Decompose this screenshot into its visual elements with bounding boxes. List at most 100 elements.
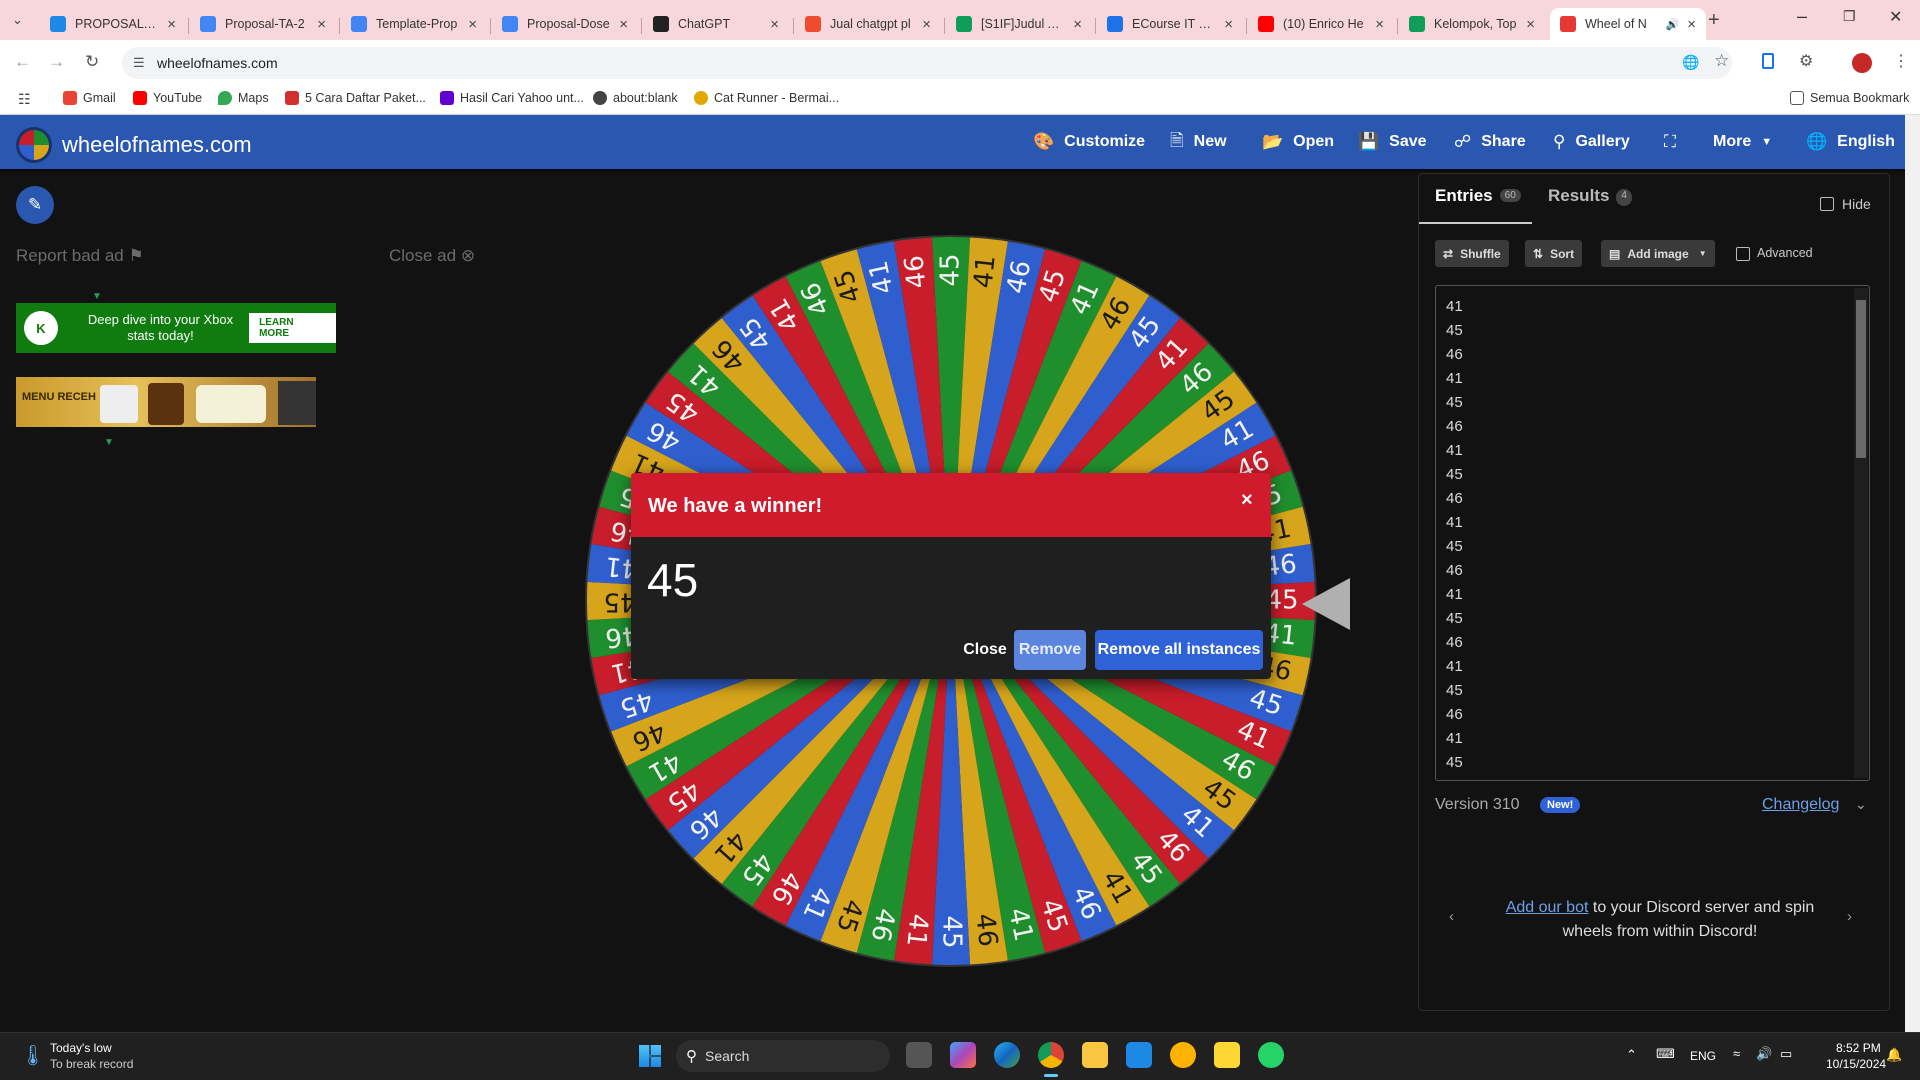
remove-button[interactable]: Remove	[1014, 630, 1086, 670]
keyboard-icon[interactable]: ⌨	[1656, 1046, 1675, 1062]
shuffle-button[interactable]: ⇄ Shuffle	[1435, 240, 1509, 267]
battery-icon[interactable]: ▭	[1780, 1046, 1792, 1062]
changelog-link[interactable]: Changelog	[1762, 796, 1839, 814]
chevron-down-icon[interactable]: ⌄	[1855, 796, 1867, 813]
browser-tab[interactable]: [S1IF]Judul Akh ×	[946, 8, 1092, 40]
back-icon[interactable]: ←	[14, 52, 31, 72]
browser-tab[interactable]: (10) Enrico He ×	[1248, 8, 1394, 40]
browser-tab[interactable]: Wheel of N 🔊 ×	[1550, 8, 1706, 40]
copilot-icon[interactable]	[950, 1042, 976, 1068]
winner-dialog-close-icon[interactable]: ×	[1241, 489, 1253, 512]
close-ad[interactable]: Close ad ⊗	[389, 246, 475, 266]
taskbar-search[interactable]: ⚲ Search	[676, 1040, 890, 1072]
edit-fab[interactable]: ✎	[16, 186, 54, 224]
tab-close-icon[interactable]: ×	[922, 16, 931, 33]
extension-icon[interactable]	[1762, 53, 1774, 69]
clock-date[interactable]: 10/15/2024	[1826, 1057, 1886, 1071]
tab-close-icon[interactable]: ×	[1224, 16, 1233, 33]
profile-avatar[interactable]	[1852, 53, 1872, 73]
fullscreen-button[interactable]: ⛶	[1664, 115, 1686, 169]
report-bad-ad[interactable]: Report bad ad ⚑	[16, 246, 144, 266]
tray-overflow-icon[interactable]: ⌃	[1626, 1047, 1637, 1063]
wifi-icon[interactable]: ≈	[1733, 1046, 1740, 1061]
add-image-button[interactable]: ▤ Add image ▼	[1601, 240, 1715, 267]
tab-search-button[interactable]: ⌄	[12, 12, 23, 28]
tab-close-icon[interactable]: ×	[1073, 16, 1082, 33]
ad-choices-icon[interactable]: ▼	[92, 291, 102, 302]
browser-tab[interactable]: ChatGPT ×	[643, 8, 789, 40]
weather-line1[interactable]: Today's low	[50, 1041, 112, 1055]
entries-textarea[interactable]: 41 45 46 41 45 46 41 45 46 41 45 46 41 45 46 41 45 46 41 45	[1435, 285, 1870, 781]
tab-close-icon[interactable]: ×	[770, 16, 779, 33]
sticky-notes-icon[interactable]	[1214, 1042, 1240, 1068]
restore-icon[interactable]: ❐	[1843, 8, 1856, 25]
ad-choices-icon[interactable]: ▼	[104, 437, 114, 448]
extensions-icon[interactable]: ⚙	[1799, 51, 1813, 71]
nav-open[interactable]: 📂 Open	[1262, 115, 1334, 169]
weather-line2[interactable]: To break record	[50, 1057, 133, 1071]
url-text[interactable]: wheelofnames.com	[157, 55, 278, 71]
nav-share[interactable]: ☍ Share	[1454, 115, 1526, 169]
minimize-icon[interactable]: –	[1797, 6, 1807, 27]
app-icon[interactable]	[1170, 1042, 1196, 1068]
site-logo-icon[interactable]	[16, 127, 52, 163]
notification-icon[interactable]: 🔔	[1886, 1047, 1902, 1063]
nav-gallery[interactable]: ⚲ Gallery	[1553, 115, 1630, 169]
edge-icon[interactable]	[994, 1042, 1020, 1068]
ad-banner-xbox[interactable]: K Deep dive into your Xbox stats today! …	[16, 303, 336, 353]
ad-banner-food[interactable]: MENU RECEH	[16, 377, 316, 427]
tab-close-icon[interactable]: ×	[1375, 16, 1384, 33]
whatsapp-icon[interactable]	[1258, 1042, 1284, 1068]
browser-tab[interactable]: ECourse IT Del ×	[1097, 8, 1243, 40]
browser-tab[interactable]: Jual chatgpt pl ×	[795, 8, 941, 40]
language-indicator[interactable]: ENG	[1690, 1049, 1716, 1063]
reload-icon[interactable]: ↻	[85, 52, 99, 72]
nav-language[interactable]: 🌐 English	[1806, 115, 1895, 169]
apps-icon[interactable]: ☷	[18, 91, 31, 108]
browser-tab[interactable]: Proposal-TA-2 ×	[190, 8, 336, 40]
tab-close-icon[interactable]: ×	[1687, 16, 1696, 33]
chrome-icon[interactable]	[1038, 1042, 1064, 1068]
tab-entries[interactable]: Entries 60	[1419, 186, 1532, 224]
tab-close-icon[interactable]: ×	[1526, 16, 1535, 33]
bookmark-youtube[interactable]: YouTube	[133, 91, 202, 105]
address-bar[interactable]	[122, 47, 1732, 79]
bookmark-about-blank[interactable]: about:blank	[593, 91, 678, 105]
close-window-icon[interactable]: ✕	[1889, 7, 1902, 27]
task-view-icon[interactable]	[906, 1042, 932, 1068]
discord-link[interactable]: Add our bot	[1506, 899, 1589, 916]
ad-learn-more-button[interactable]: LEARN MORE	[249, 313, 336, 343]
nav-customize[interactable]: 🎨 Customize	[1033, 115, 1145, 169]
translate-icon[interactable]: 🌐	[1682, 54, 1699, 71]
bookmark-yahoo[interactable]: Hasil Cari Yahoo unt...	[440, 91, 584, 105]
browser-tab[interactable]: PROPOSAL - G ×	[40, 8, 186, 40]
bookmark-daftar-paket[interactable]: 5 Cara Daftar Paket...	[285, 91, 426, 105]
tab-audio-icon[interactable]: 🔊	[1666, 18, 1680, 31]
remove-all-button[interactable]: Remove all instances	[1095, 630, 1263, 670]
nav-more[interactable]: More ▼	[1713, 115, 1782, 169]
tab-results[interactable]: Results 4	[1548, 186, 1632, 206]
sort-button[interactable]: ⇅ Sort	[1525, 240, 1583, 267]
bookmark-maps[interactable]: Maps	[218, 91, 269, 105]
menu-icon[interactable]: ⋮	[1893, 51, 1909, 71]
carousel-prev-icon[interactable]: ‹	[1449, 908, 1454, 925]
file-explorer-icon[interactable]	[1082, 1042, 1108, 1068]
volume-icon[interactable]: 🔊	[1756, 1046, 1772, 1062]
new-tab-icon[interactable]: +	[1708, 9, 1720, 32]
tab-close-icon[interactable]: ×	[317, 16, 326, 33]
browser-tab[interactable]: Proposal-Dose ×	[492, 8, 638, 40]
site-info-icon[interactable]: ☰	[133, 55, 145, 71]
browser-tab[interactable]: Template-Prop ×	[341, 8, 487, 40]
carousel-next-icon[interactable]: ›	[1847, 908, 1852, 925]
forward-icon[interactable]: →	[48, 52, 65, 72]
advanced-checkbox[interactable]	[1736, 247, 1750, 261]
site-logo-text[interactable]: wheelofnames.com	[62, 132, 252, 158]
nav-save[interactable]: 💾 Save	[1358, 115, 1427, 169]
tab-close-icon[interactable]: ×	[167, 16, 176, 33]
nav-new[interactable]: 🗎 New	[1170, 115, 1227, 169]
browser-tab[interactable]: Kelompok, Top ×	[1399, 8, 1545, 40]
bookmark-gmail[interactable]: Gmail	[63, 91, 116, 105]
hide-checkbox[interactable]	[1820, 197, 1834, 211]
entries-scrollbar-thumb[interactable]	[1856, 300, 1866, 458]
bookmark-cat-runner[interactable]: Cat Runner - Bermai...	[694, 91, 839, 105]
